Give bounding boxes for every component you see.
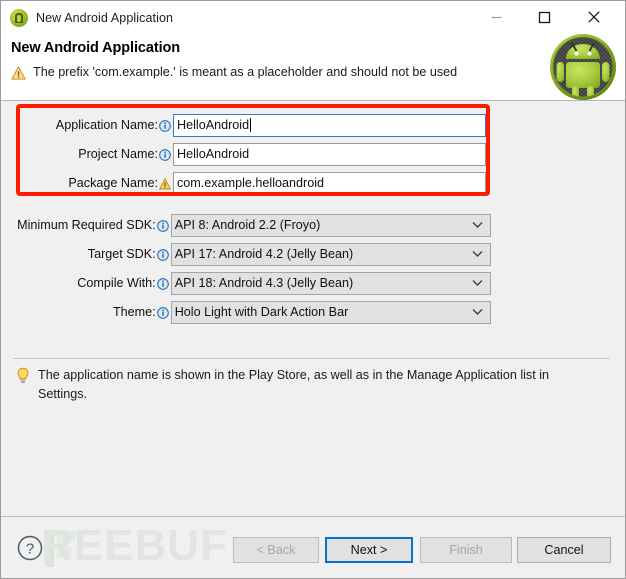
new-android-application-dialog: New Android Application New Android Appl… xyxy=(0,0,626,579)
back-button[interactable]: < Back xyxy=(233,537,319,563)
chevron-down-icon xyxy=(472,309,483,315)
close-icon xyxy=(588,11,600,23)
dialog-body: Application Name: HelloAndroid Project N… xyxy=(1,101,625,516)
label-project-name: Project Name: xyxy=(78,147,158,161)
input-application-name[interactable]: HelloAndroid xyxy=(173,113,486,137)
header-message: The prefix 'com.example.' is meant as a … xyxy=(33,65,458,79)
combo-compile-with-value: API 18: Android 4.3 (Jelly Bean) xyxy=(174,276,354,290)
info-icon xyxy=(159,147,171,161)
chevron-down-icon xyxy=(472,251,483,257)
hint-separator xyxy=(13,358,610,359)
input-package-name[interactable]: com.example.helloandroid xyxy=(173,171,486,195)
android-robot-icon xyxy=(550,34,616,100)
form-row-application-name: Application Name: HelloAndroid xyxy=(13,113,491,137)
svg-text:?: ? xyxy=(26,541,34,558)
combo-target-sdk[interactable]: API 17: Android 4.2 (Jelly Bean) xyxy=(170,242,491,266)
info-icon xyxy=(156,218,169,232)
form-row-target-sdk: Target SDK: API 17: Android 4.2 (Jelly B… xyxy=(1,242,491,266)
combo-compile-with[interactable]: API 18: Android 4.3 (Jelly Bean) xyxy=(170,271,491,295)
cancel-button-label: Cancel xyxy=(544,543,584,557)
finish-button-label: Finish xyxy=(449,543,483,557)
minimize-button[interactable] xyxy=(473,1,519,33)
info-icon xyxy=(156,276,169,290)
help-button[interactable]: ? xyxy=(17,535,43,561)
label-minimum-required-sdk: Minimum Required SDK: xyxy=(17,218,156,232)
android-head-icon xyxy=(10,8,28,27)
freebuf-watermark: REEBUF xyxy=(41,521,228,570)
label-application-name: Application Name: xyxy=(55,118,158,132)
warning-triangle-icon xyxy=(11,66,26,80)
maximize-icon xyxy=(538,11,550,23)
combo-theme[interactable]: Holo Light with Dark Action Bar xyxy=(170,300,491,324)
window-title: New Android Application xyxy=(36,10,174,25)
info-icon xyxy=(156,247,169,261)
close-button[interactable] xyxy=(571,1,617,33)
text-caret xyxy=(250,118,252,132)
label-target-sdk: Target SDK: xyxy=(87,247,156,261)
next-button-label: Next > xyxy=(350,543,388,557)
input-project-name[interactable]: HelloAndroid xyxy=(173,142,486,166)
dialog-header: New Android Application The prefix 'com.… xyxy=(1,34,625,101)
back-button-label: < Back xyxy=(256,543,296,557)
input-application-name-value: HelloAndroid xyxy=(177,118,250,132)
page-title: New Android Application xyxy=(11,40,181,56)
hint-text: The application name is shown in the Pla… xyxy=(38,368,550,401)
form-row-project-name: Project Name: HelloAndroid xyxy=(13,142,491,166)
cancel-button[interactable]: Cancel xyxy=(517,537,611,563)
label-theme: Theme: xyxy=(112,305,156,319)
form-row-compile-with: Compile With: API 18: Android 4.3 (Jelly… xyxy=(1,271,491,295)
lightbulb-icon xyxy=(17,367,29,383)
info-icon xyxy=(159,118,171,132)
form-row-package-name: Package Name: com.example.helloandroid xyxy=(13,171,491,195)
label-package-name: Package Name: xyxy=(68,176,158,190)
chevron-down-icon xyxy=(472,280,483,286)
label-compile-with: Compile With: xyxy=(77,276,156,290)
input-package-name-value: com.example.helloandroid xyxy=(177,176,325,190)
combo-minimum-required-sdk[interactable]: API 8: Android 2.2 (Froyo) xyxy=(170,213,491,237)
minimize-icon xyxy=(491,16,501,18)
combo-minimum-required-sdk-value: API 8: Android 2.2 (Froyo) xyxy=(174,218,321,232)
maximize-button[interactable] xyxy=(521,1,567,33)
info-icon xyxy=(156,305,169,319)
finish-button[interactable]: Finish xyxy=(420,537,512,563)
form-row-theme: Theme: Holo Light with Dark Action Bar xyxy=(1,300,491,324)
input-project-name-value: HelloAndroid xyxy=(177,147,250,161)
form-row-minimum-required-sdk: Minimum Required SDK: API 8: Android 2.2… xyxy=(1,213,491,237)
dialog-footer: REEBUF ? < Back Next > Finish Cancel xyxy=(1,516,625,578)
warning-icon xyxy=(158,176,172,190)
next-button[interactable]: Next > xyxy=(325,537,413,563)
combo-theme-value: Holo Light with Dark Action Bar xyxy=(174,305,349,319)
combo-target-sdk-value: API 17: Android 4.2 (Jelly Bean) xyxy=(174,247,354,261)
chevron-down-icon xyxy=(472,222,483,228)
